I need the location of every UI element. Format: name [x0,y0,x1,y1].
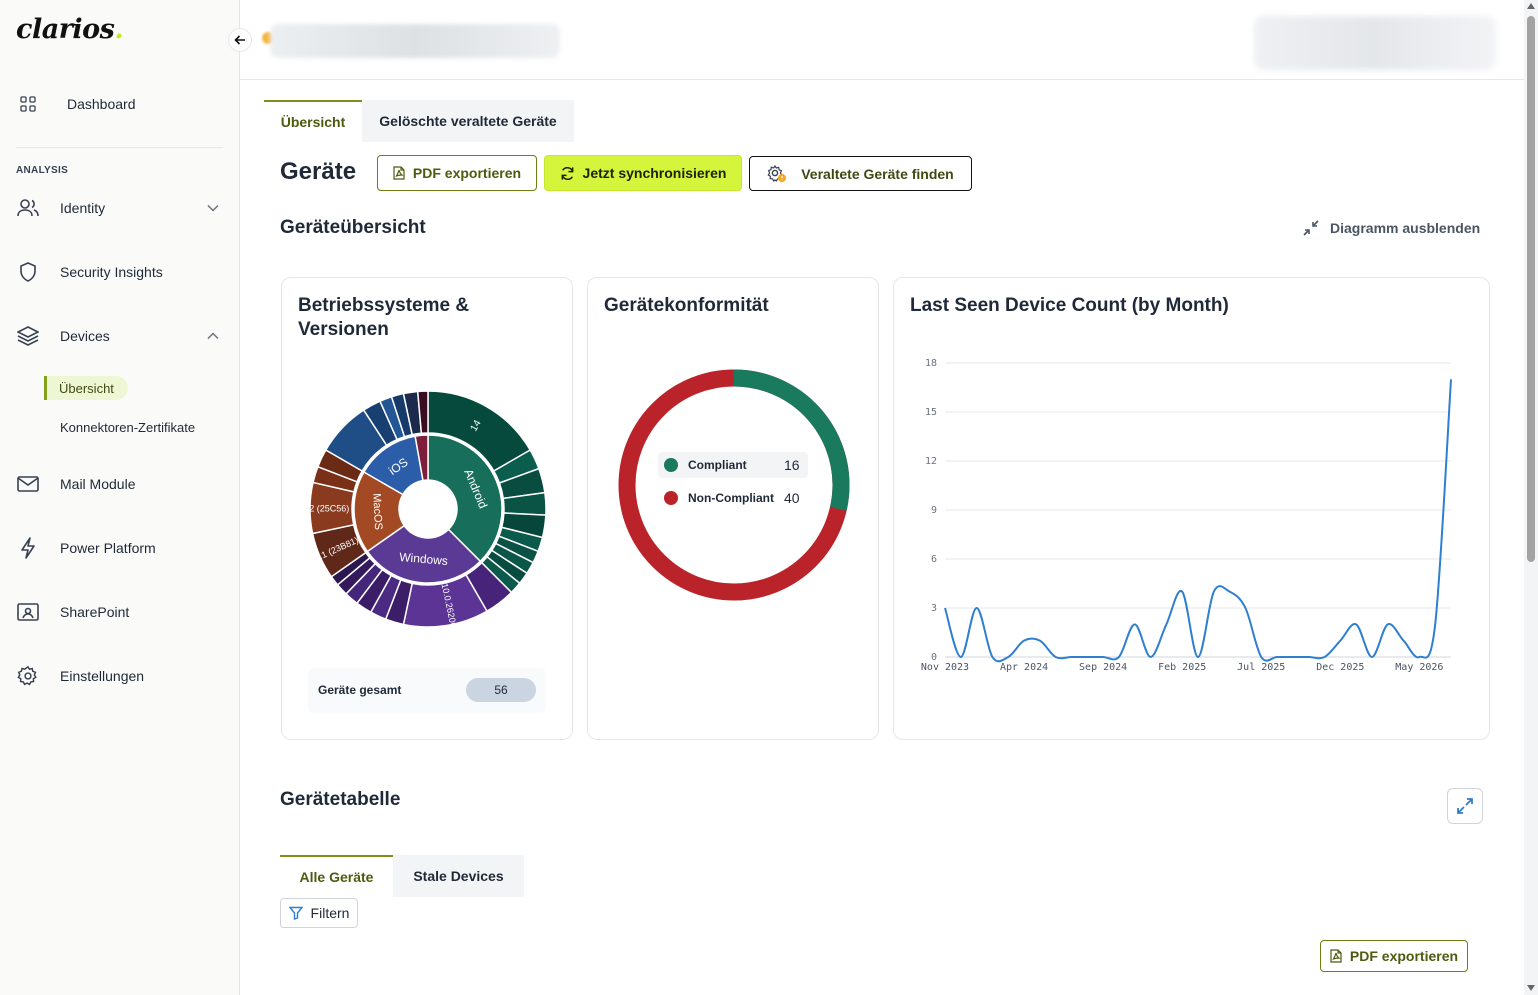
hide-chart-label: Diagramm ausblenden [1330,220,1481,236]
sidebar-item-label: Dashboard [67,96,136,112]
sidebar-subitem-konnektoren[interactable]: Konnektoren-Zertifikate [60,420,195,435]
sidebar-divider [16,147,223,148]
table-pdf-export-button[interactable]: PDF exportieren [1320,940,1468,972]
y-tick-label: 15 [925,407,937,418]
logo[interactable]: clarios. [16,14,124,45]
sidebar-item-power-platform[interactable]: Power Platform [16,536,156,560]
sidebar-item-einstellungen[interactable]: Einstellungen [16,664,144,688]
collapse-sidebar-button[interactable] [228,28,252,52]
sidebar-item-label: Identity [60,200,106,216]
y-tick-label: 6 [931,554,937,565]
x-tick-label: Feb 2025 [1158,662,1206,673]
refresh-icon [560,166,575,181]
legend-non-compliant-value: 40 [784,490,800,506]
tab-uebersicht[interactable]: Übersicht [264,100,362,142]
topbar [240,0,1524,80]
overview-heading: Geräteübersicht [280,217,426,238]
compliance-card: Gerätekonformität Compliant 16 Non-Compl… [587,277,879,740]
blurred-tenant-title [270,24,560,58]
gear-warning-icon [767,164,787,183]
sidebar: clarios. Dashboard ANALYSIS Identity Sec… [0,0,240,995]
chevron-down-icon[interactable] [206,201,220,215]
series-line[interactable] [944,379,1452,663]
tab-geloeschte-geraete[interactable]: Gelöschte veraltete Geräte [362,100,574,142]
x-tick-label: Jul 2025 [1237,662,1285,673]
tab-alle-geraete[interactable]: Alle Geräte [280,855,393,897]
os-versions-card: Betriebssysteme & Versionen Android Windo… [281,277,573,740]
y-tick-label: 12 [925,456,937,467]
filter-label: Filtern [310,905,350,921]
x-tick-label: Nov 2023 [921,662,969,673]
mail-icon [16,472,40,496]
pdf-export-button[interactable]: PDF exportieren [377,155,537,191]
legend-compliant-label: Compliant [688,458,747,472]
x-tick-label: Apr 2024 [1000,662,1048,673]
hide-chart-button[interactable]: Diagramm ausblenden [1302,219,1480,237]
gear-icon [16,664,40,688]
pdf-file-icon [1330,949,1342,963]
sync-now-label: Jetzt synchronisieren [582,165,727,181]
sync-now-button[interactable]: Jetzt synchronisieren [544,155,742,191]
x-tick-label: Sep 2024 [1079,662,1127,673]
minimize-icon [1302,219,1320,237]
filter-icon [288,906,303,920]
sunburst-center-hole [400,481,456,537]
pdf-file-icon [393,166,405,180]
sidebar-item-dashboard[interactable]: Dashboard [16,92,136,116]
expand-table-button[interactable] [1447,788,1483,824]
total-devices-label: Geräte gesamt [318,683,402,697]
sidebar-item-sharepoint[interactable]: SharePoint [16,600,129,624]
section-label: ANALYSIS [16,165,69,176]
compliance-legend: Compliant 16 Non-Compliant 40 [658,450,808,516]
find-stale-devices-button[interactable]: Veraltete Geräte finden [749,156,972,191]
sidebar-item-devices[interactable]: Devices [16,324,110,348]
total-devices-row: Geräte gesamt 56 [308,668,546,713]
legend-non-compliant-label: Non-Compliant [688,491,774,505]
sidebar-item-label: Devices [60,328,110,344]
shield-icon [16,260,40,284]
sidebar-item-label: Security Insights [60,264,163,280]
blurred-user-menu[interactable] [1254,16,1496,70]
legend-non-compliant[interactable]: Non-Compliant 40 [658,485,808,511]
y-tick-label: 9 [931,505,937,516]
label-macos-version-1: .2 (25C56) [307,503,350,513]
x-tick-label: Dec 2025 [1316,662,1364,673]
sidebar-item-mail-module[interactable]: Mail Module [16,472,135,496]
sidebar-item-label: SharePoint [60,604,130,620]
last-seen-chart-card: Last Seen Device Count (by Month) 0 3 6 9 12… [893,277,1490,740]
legend-compliant-dot [664,458,678,472]
sidebar-item-security-insights[interactable]: Security Insights [16,260,163,284]
grid-icon [16,92,40,116]
legend-non-compliant-dot [664,491,678,505]
y-tick-label: 18 [925,358,937,369]
sidebar-item-label: Mail Module [60,476,136,492]
legend-compliant-value: 16 [784,457,800,473]
scroll-thumb[interactable] [1527,16,1535,562]
filter-button[interactable]: Filtern [280,898,358,928]
sidebar-item-label: Power Platform [60,540,156,556]
users-icon [16,196,40,220]
find-stale-devices-label: Veraltete Geräte finden [801,165,954,182]
sidebar-subitem-uebersicht[interactable]: Übersicht [44,376,128,400]
x-tick-label: May 2026 [1395,662,1443,673]
label-macos: MacOS [370,493,384,530]
table-pdf-export-label: PDF exportieren [1349,948,1459,964]
total-devices-badge: 56 [466,678,536,702]
scroll-up-arrow[interactable] [1527,3,1535,9]
last-seen-line-chart[interactable]: 0369121518Nov 2023 Apr 2024 Sep 2024 Feb 20… [894,278,1491,741]
tab-stale-devices[interactable]: Stale Devices [393,855,524,897]
pdf-export-label: PDF exportieren [412,165,522,181]
y-tick-label: 3 [931,603,937,614]
sidebar-item-label: Einstellungen [60,668,145,684]
legend-compliant[interactable]: Compliant 16 [658,452,808,478]
scrollbar[interactable] [1524,0,1538,995]
sharepoint-icon [16,600,40,624]
chevron-up-icon[interactable] [206,329,220,343]
bolt-icon [16,536,40,560]
device-table-heading: Gerätetabelle [280,789,401,810]
page-title: Geräte [280,158,357,185]
sidebar-item-identity[interactable]: Identity [16,196,105,220]
scroll-down-arrow[interactable] [1527,985,1535,991]
layers-icon [16,324,40,348]
